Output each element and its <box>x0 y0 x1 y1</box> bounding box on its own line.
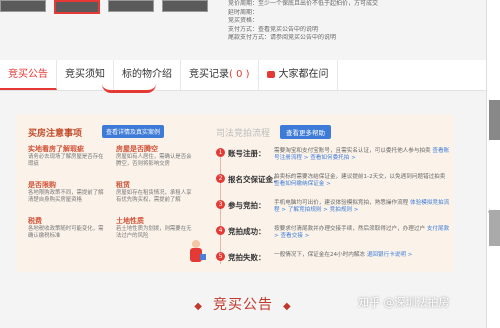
tip-heading: 土地性质 <box>116 217 144 225</box>
tips-title: 买房注意事项 <box>28 129 83 139</box>
bid-count: ( 0 ) <box>229 69 250 80</box>
tip-body: 各地税收政策随时可能变化，需确认缴税标准 <box>28 226 104 240</box>
tab-label: 竞买记录 <box>189 69 229 80</box>
thumbnail-active[interactable] <box>54 0 100 14</box>
tip-body: 请务必去现场了解房屋是否存在瑕疵 <box>28 154 104 168</box>
tip-body: 房屋如有人居住，需确认是否会腾空，否则将影响交房 <box>116 154 192 168</box>
step-number: 2 <box>216 174 225 183</box>
step-text: 按要求付清尾款并办理交接手续，然后须取得过户，办理过户 <box>274 226 426 232</box>
tip-body: 若土地性质为划拨，则需要在无法过户的风险 <box>116 226 192 240</box>
tip-item: 税费 各地税收政策随时可能变化，需确认缴税标准 <box>28 216 108 241</box>
summary-line: 尾款支付方式：请参阅竞买公告中的说明 <box>228 34 337 42</box>
notice-panel: 买房注意事项 查看详情及真实案例 实地看房了解瑕疵 请务必去现场了解房屋是否存在… <box>16 114 454 272</box>
auction-process: 司法竞拍流程 查看更多帮助 1 账号注册： 需要淘宝和支付宝账号，且需实名认证，… <box>216 114 454 272</box>
step-link[interactable]: 退回银行卡说明 > <box>367 252 413 258</box>
tip-item: 实地看房了解瑕疵 请务必去现场了解房屋是否存在瑕疵 <box>28 144 108 169</box>
tab-bid-records[interactable]: 竞买记录( 0 ) <box>181 60 259 90</box>
person-illustration <box>186 240 206 268</box>
step-desc: 需要淘宝和支付宝账号，且需实名认证，可以委托他人参与拍卖 查看账号注册流程 > … <box>274 148 452 163</box>
step-text: 拍卖标的需要冻结保证金，建议提前1-2天交，以免遇到问题错过拍卖 <box>274 174 446 180</box>
step-number: 3 <box>216 200 225 209</box>
thumbnail[interactable] <box>162 0 208 12</box>
step-desc: 拍卖标的需要冻结保证金，建议提前1-2天交，以免遇到问题错过拍卖 查看如何缴纳保… <box>274 174 452 189</box>
step-number: 1 <box>216 148 225 157</box>
step-name: 竞拍成功： <box>228 227 266 236</box>
step-desc: 一般情况下，保证金在24小时内解冻 退回银行卡说明 > <box>274 252 452 259</box>
step-desc: 按要求付清尾款并办理交接手续，然后须取得过户，办理过户 支付尾款 > 查看交接 … <box>274 226 452 241</box>
image-thumbnails <box>0 0 228 14</box>
diamond-icon: ◆ <box>283 301 292 312</box>
watermark: 知乎 @深圳法拍房 <box>358 296 450 309</box>
step-text: 需要淘宝和支付宝账号，且需实名认证，可以委托他人参与拍卖 <box>274 148 431 154</box>
side-image <box>489 210 500 246</box>
step-name: 竞拍失败： <box>228 253 266 262</box>
tab-label: 大家都在问 <box>278 69 329 80</box>
more-help-button[interactable]: 查看更多帮助 <box>280 125 331 139</box>
view-cases-button[interactable]: 查看详情及真实案例 <box>102 125 165 138</box>
tip-heading: 租赁 <box>116 181 130 189</box>
tip-item: 土地性质 若土地性质为划拨，则需要在无法过户的风险 <box>116 216 196 241</box>
tip-heading: 是否限购 <box>28 181 56 189</box>
summary-line: 竞买资格： <box>228 17 259 25</box>
summary-line: 支付方式：查看竞买公告中的说明 <box>228 25 319 33</box>
house-buying-tips: 买房注意事项 查看详情及真实案例 实地看房了解瑕疵 请务必去现场了解房屋是否存在… <box>16 114 206 272</box>
tip-item: 房屋是否腾空 房屋如有人居住，需确认是否会腾空，否则将影响交房 <box>116 144 196 169</box>
step-link[interactable]: 查看如何缴纳保证金 > <box>274 181 331 187</box>
step-desc: 手机电脑均可出价，建议体验模拟竞拍，熟悉操作流程 体验模拟竞拍流程 > 了解竞拍… <box>274 200 452 215</box>
step-number: 5 <box>216 252 225 261</box>
tip-heading: 税费 <box>28 217 42 225</box>
tip-heading: 实地看房了解瑕疵 <box>28 145 84 153</box>
side-panel: 保证 <box>486 0 500 328</box>
summary-line: 延时周期： <box>228 8 259 16</box>
tab-auction-notice[interactable]: 竞买公告 <box>0 60 57 90</box>
thumbnail[interactable] <box>0 0 46 12</box>
step-text: 手机电脑均可出价，建议体验模拟竞拍，熟悉操作流程 <box>274 200 409 206</box>
step-name: 报名交保证金： <box>228 175 281 184</box>
process-title: 司法竞拍流程 <box>216 129 271 139</box>
tip-item: 是否限购 各地限购政策不同，需提前了解清楚自身购买房屋资格 <box>28 180 108 205</box>
step-number: 4 <box>216 226 225 235</box>
tip-body: 各地限购政策不同，需提前了解清楚自身购买房屋资格 <box>28 190 104 204</box>
timeline-line <box>220 154 221 264</box>
step-name: 参与竞拍： <box>228 201 266 210</box>
tip-heading: 房屋是否腾空 <box>116 145 158 153</box>
step-name: 账号注册： <box>228 149 266 158</box>
tip-body: 房屋如存在租赁情况，承租人享有优先购买权，需提前了解 <box>116 190 192 204</box>
diamond-icon: ◆ <box>194 301 203 312</box>
detail-tabs: 竞买公告 竞买须知 标的物介绍 竞买记录( 0 ) 大家都在问 <box>0 60 486 91</box>
step-text: 一般情况下，保证金在24小时内解冻 <box>274 252 366 258</box>
auction-summary: 竞价周期：至少一个保底且出价不低于起拍价，方可成交 延时周期： 竞买资格： 支付… <box>228 0 500 42</box>
section-title: 竞买公告 <box>213 297 273 313</box>
tab-faq[interactable]: 大家都在问 <box>259 60 338 90</box>
highlight-underline <box>102 84 156 93</box>
tip-item: 租赁 房屋如存在租赁情况，承租人享有优先购买权，需提前了解 <box>116 180 196 205</box>
thumbnail[interactable] <box>108 0 154 12</box>
side-image <box>489 100 500 140</box>
summary-line: 竞价周期：至少一个保底且出价不低于起拍价，方可成交 <box>228 0 379 7</box>
question-icon <box>266 70 275 78</box>
